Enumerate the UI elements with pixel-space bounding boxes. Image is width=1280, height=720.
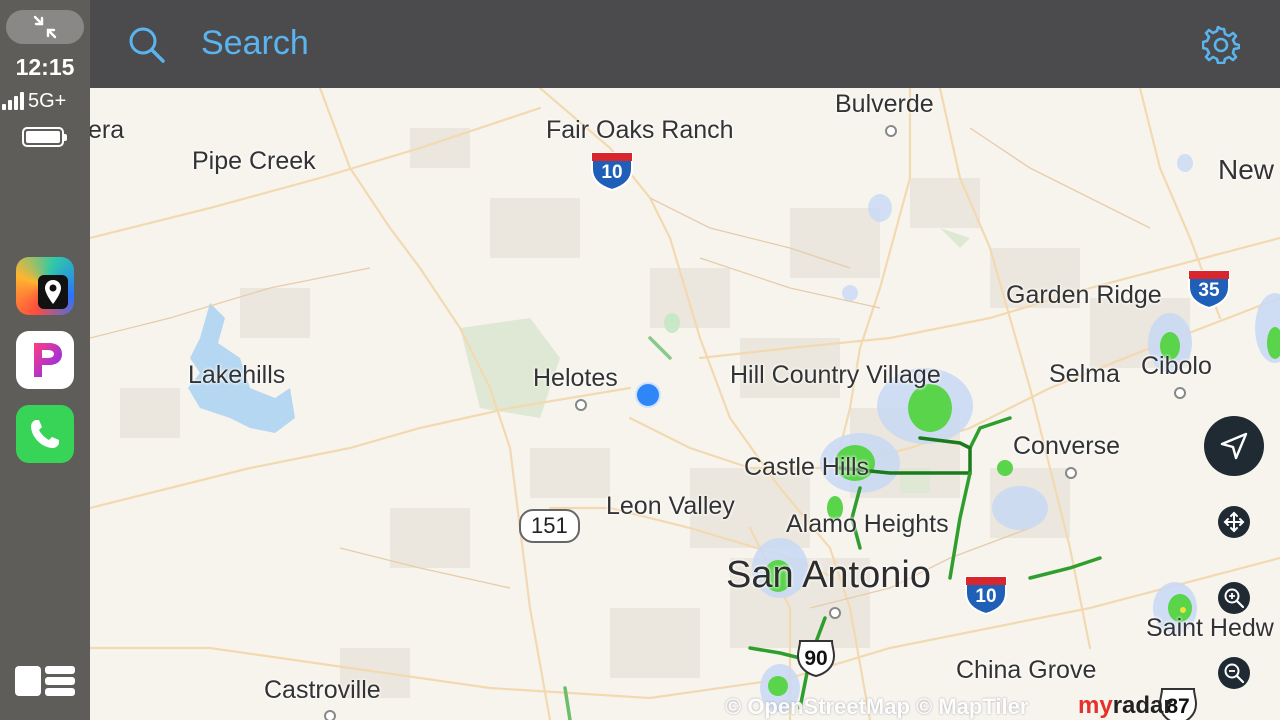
network-type: 5G+ bbox=[28, 89, 67, 112]
place-bulverde: Bulverde bbox=[835, 90, 934, 118]
place-lakehills: Lakehills bbox=[188, 361, 286, 389]
interstate-number: 10 bbox=[601, 162, 623, 183]
place-castroville: Castroville bbox=[264, 676, 381, 704]
place-new: New bbox=[1218, 154, 1275, 185]
place-castle-hills: Castle Hills bbox=[744, 453, 870, 481]
search-icon[interactable] bbox=[128, 26, 166, 69]
dashboard-icon[interactable] bbox=[14, 664, 76, 698]
place-hill-country-village: Hill Country Village bbox=[730, 361, 941, 389]
myradar-logo: myradar bbox=[1078, 692, 1173, 719]
place-selma: Selma bbox=[1049, 360, 1120, 388]
interstate-shield-icon: 35 bbox=[1187, 269, 1231, 309]
zoom-out-icon[interactable] bbox=[1218, 657, 1250, 689]
city-marker bbox=[324, 710, 336, 720]
pan-move-icon[interactable] bbox=[1218, 506, 1250, 538]
interstate-number: 10 bbox=[975, 586, 997, 607]
place-alamo-heights: Alamo Heights bbox=[786, 510, 949, 538]
place-converse: Converse bbox=[1013, 432, 1120, 460]
map-attribution: © OpenStreetMap © MapTiler bbox=[725, 694, 1029, 719]
place-helotes: Helotes bbox=[533, 364, 618, 392]
navigation-arrow-icon[interactable] bbox=[1204, 416, 1264, 476]
map-base bbox=[90, 88, 1280, 720]
status-time: 12:15 bbox=[15, 54, 75, 80]
carplay-sidebar: 12:15 5G+ bbox=[0, 0, 90, 720]
city-marker bbox=[829, 607, 841, 619]
search-placeholder[interactable]: Search bbox=[201, 24, 309, 63]
place-era: era bbox=[90, 116, 125, 144]
gear-icon[interactable] bbox=[1201, 25, 1241, 69]
us-highway-shield-icon: 90 bbox=[796, 638, 836, 678]
myradar-app-icon[interactable] bbox=[16, 257, 74, 315]
interstate-shield-icon: 10 bbox=[964, 575, 1008, 615]
place-cibolo: Cibolo bbox=[1141, 352, 1212, 380]
place-san-antonio: San Antonio bbox=[726, 554, 931, 596]
place-saint-hedw: Saint Hedw bbox=[1146, 614, 1274, 642]
us-highway-number: 90 bbox=[804, 647, 828, 670]
battery-icon bbox=[22, 127, 67, 147]
p-app-icon[interactable] bbox=[16, 331, 74, 389]
place-pipe-creek: Pipe Creek bbox=[192, 147, 316, 175]
state-highway-shield: 151 bbox=[519, 509, 580, 543]
city-marker bbox=[575, 399, 587, 411]
place-garden-ridge: Garden Ridge bbox=[1006, 281, 1162, 309]
interstate-shield-icon: 10 bbox=[590, 151, 634, 191]
location-pin-icon bbox=[38, 275, 68, 309]
place-china-grove: China Grove bbox=[956, 656, 1097, 684]
city-marker bbox=[1065, 467, 1077, 479]
current-location-marker bbox=[635, 382, 661, 408]
cellular-status: 5G+ bbox=[2, 90, 90, 112]
place-leon-valley: Leon Valley bbox=[606, 492, 735, 520]
map-view[interactable]: Bulverde Fair Oaks Ranch era Pipe Creek … bbox=[90, 88, 1280, 720]
city-marker bbox=[1174, 387, 1186, 399]
signal-bars-icon bbox=[2, 92, 24, 110]
collapse-icon[interactable] bbox=[6, 10, 84, 44]
zoom-in-icon[interactable] bbox=[1218, 582, 1250, 614]
interstate-number: 35 bbox=[1198, 280, 1220, 301]
search-bar[interactable]: Search bbox=[90, 0, 1280, 88]
city-marker bbox=[885, 125, 897, 137]
place-fair-oaks-ranch: Fair Oaks Ranch bbox=[546, 116, 734, 144]
phone-app-icon[interactable] bbox=[16, 405, 74, 463]
